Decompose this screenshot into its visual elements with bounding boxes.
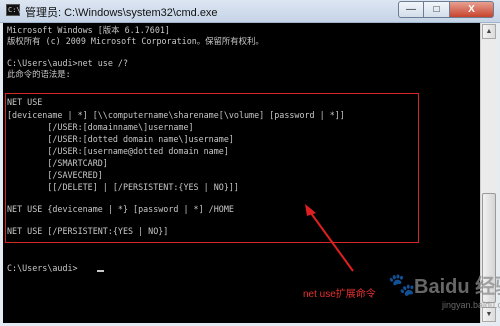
- minimize-button[interactable]: —: [398, 1, 424, 18]
- close-button[interactable]: X: [450, 1, 494, 18]
- window-controls: — □ X: [398, 1, 494, 19]
- cmd-app-icon[interactable]: C:\: [6, 4, 21, 16]
- scroll-up-icon[interactable]: ▲: [482, 24, 496, 39]
- watermark-url: jingyan.baidu.com: [442, 300, 500, 310]
- annotation-label: net use扩展命令: [303, 289, 376, 300]
- window-title: 管理员: C:\Windows\system32\cmd.exe: [25, 7, 218, 19]
- maximize-button[interactable]: □: [424, 1, 450, 18]
- title-bar[interactable]: C:\ 管理员: C:\Windows\system32\cmd.exe — □…: [0, 0, 500, 23]
- baidu-paw-icon: 🐾: [388, 272, 416, 297]
- cmd-window: C:\ 管理员: C:\Windows\system32\cmd.exe — □…: [0, 0, 500, 326]
- baidu-watermark: 🐾 Baidu 经验 jingyan.baidu.com: [388, 270, 500, 322]
- watermark-brand: Baidu 经验: [414, 276, 500, 298]
